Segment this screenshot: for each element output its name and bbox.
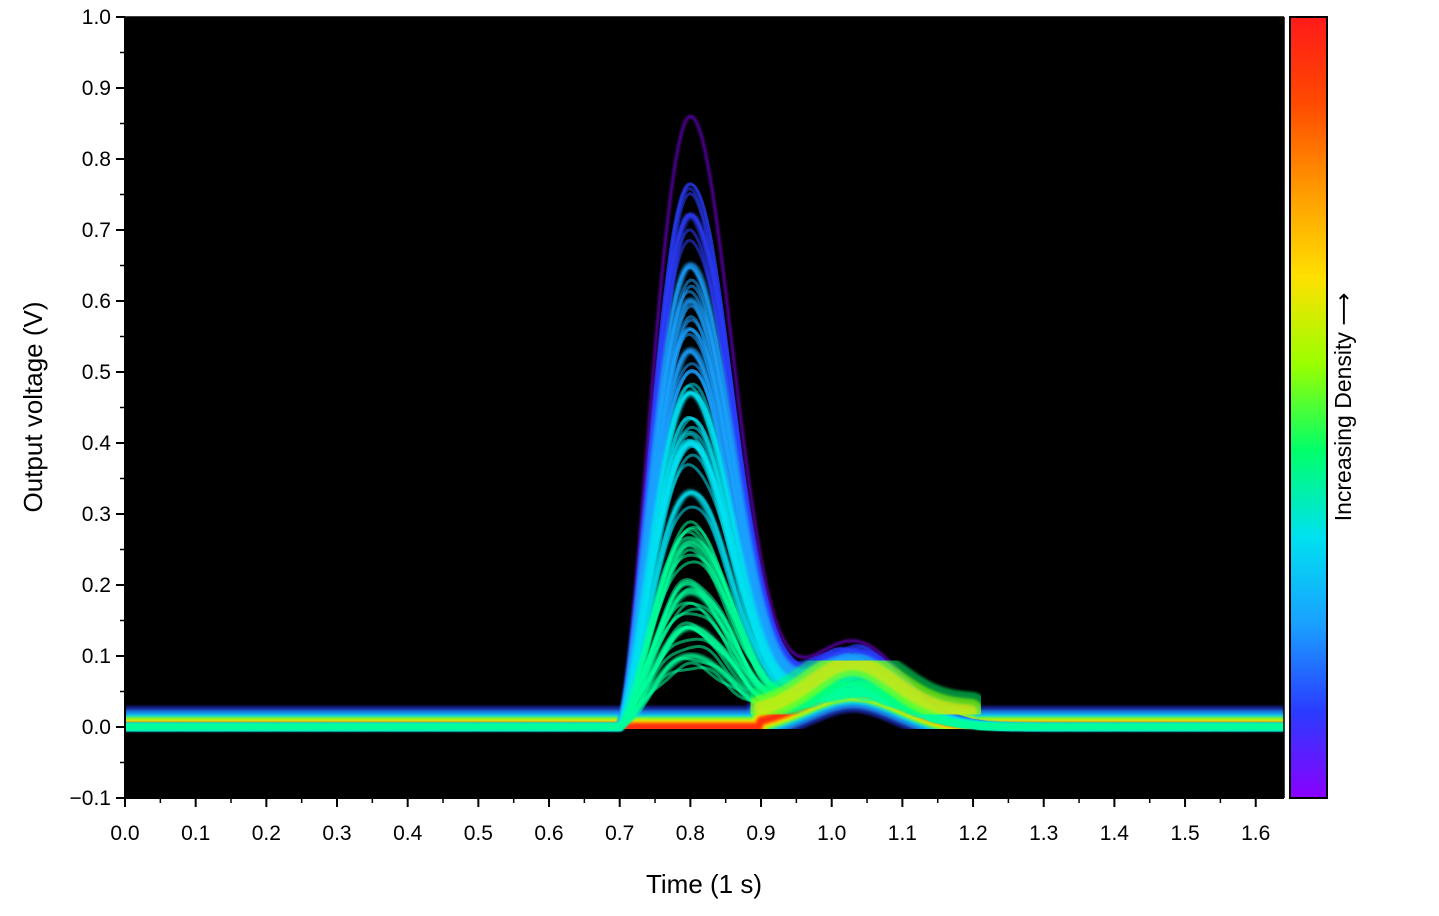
x-tick-label: 1.2 [958, 822, 987, 845]
y-tick-label: 0.2 [82, 574, 111, 597]
colorbar: Increasing Density ⟶ [1289, 16, 1356, 799]
x-tick-label: 0.9 [746, 822, 775, 845]
y-tick-label: 0.1 [82, 645, 111, 668]
colorbar-label: Increasing Density ⟶ [1330, 293, 1356, 522]
y-axis-title: Output voltage (V) [18, 302, 48, 513]
y-tick-label: 0.6 [82, 290, 111, 313]
x-tick-label: 1.1 [888, 822, 917, 845]
x-tick-label: 1.5 [1170, 822, 1199, 845]
y-tick-label: 0.3 [82, 503, 111, 526]
x-tick-label: 0.7 [605, 822, 634, 845]
y-tick-label: 1.0 [82, 6, 111, 29]
y-tick-label: −0.1 [70, 787, 111, 810]
y-tick-label: 0.9 [82, 77, 111, 100]
density-chart: 0.0 0.1 0.2 0.3 0.4 0.5 0.6 0.7 0.8 0.9 1.0 1.1 1.2 1… [18, 6, 1356, 899]
x-tick-label: 0.8 [676, 822, 705, 845]
y-tick-label: 0.4 [82, 432, 112, 455]
x-tick-label: 1.0 [817, 822, 846, 845]
y-tick-label: 0.0 [82, 716, 111, 739]
y-tick-label: 0.5 [82, 361, 111, 384]
x-axis-ticks: 0.0 0.1 0.2 0.3 0.4 0.5 0.6 0.7 0.8 0.9 1.0 1.1 1.2 1… [110, 798, 1270, 845]
y-tick-label: 0.8 [82, 148, 111, 171]
y-axis-ticks: −0.1 0.0 0.1 0.2 0.3 0.4 0.5 0.6 0.7 0.8 0.9 1.0 [70, 6, 125, 810]
x-tick-label: 0.4 [393, 822, 423, 845]
x-tick-label: 0.3 [322, 822, 351, 845]
x-tick-label: 1.6 [1241, 822, 1270, 845]
x-tick-label: 0.1 [181, 822, 210, 845]
x-tick-label: 0.6 [534, 822, 563, 845]
x-axis-title: Time (1 s) [646, 869, 762, 899]
x-tick-label: 0.0 [110, 822, 139, 845]
x-tick-label: 1.3 [1029, 822, 1058, 845]
x-tick-label: 0.2 [252, 822, 281, 845]
x-tick-label: 0.5 [464, 822, 493, 845]
x-tick-label: 1.4 [1100, 822, 1130, 845]
colorbar-gradient-bar [1289, 16, 1328, 799]
y-tick-label: 0.7 [82, 219, 111, 242]
